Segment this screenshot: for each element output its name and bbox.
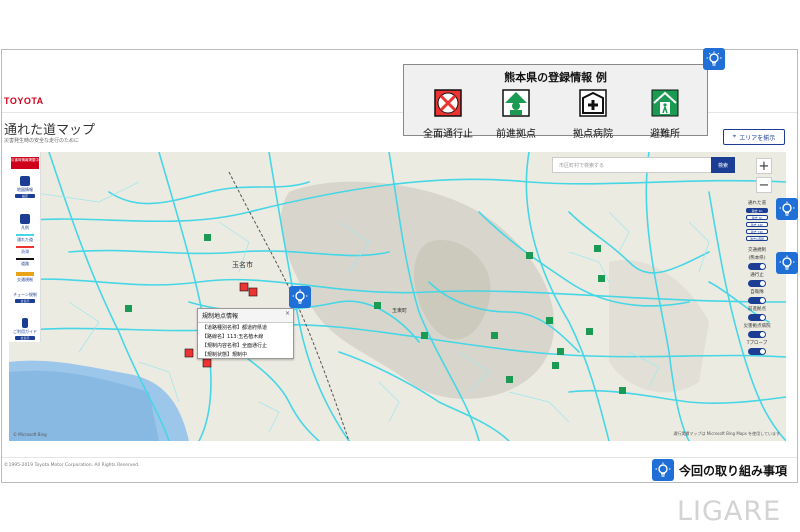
torikumi-legend: 今回の取り組み事項 xyxy=(652,458,787,482)
traffic-line-icon xyxy=(16,246,34,248)
map-credit: © Microsoft Bing xyxy=(13,432,47,437)
road-icon xyxy=(16,258,34,260)
legend-label: 拠点病院 xyxy=(573,129,613,140)
kisei-sub-label: (熊本県) xyxy=(748,256,766,261)
legend-item-forward-base: 前進拠点 xyxy=(484,89,548,140)
zoom-in-button[interactable]: + xyxy=(756,158,772,174)
legend-title: 熊本県の登録情報 例 xyxy=(504,71,607,84)
regulation-popup: 規制地点情報 × 【道路種別名称】都道府県道 【路線名】113:玉名植木線 【規… xyxy=(197,308,294,359)
sidebar-item-sub: 設定 xyxy=(15,194,35,198)
info-icon xyxy=(22,318,28,328)
legend-item-shelter: 避難所 xyxy=(633,89,697,140)
area-display-button[interactable]: ⌖ エリアを揃示 xyxy=(723,129,785,145)
sidebar-item-label: 渋滞 xyxy=(21,249,29,254)
map-city-label: 玉名市 xyxy=(232,260,253,269)
toyota-logo: TOYOTA xyxy=(4,96,44,106)
forward-base-toggle[interactable] xyxy=(748,314,766,321)
popup-title: 規制地点情報 xyxy=(198,309,293,323)
legend-item-hospital: 拠点病院 xyxy=(561,89,625,140)
map-town-label: 玉東町 xyxy=(392,307,407,314)
sidebar-item-road: 道路 xyxy=(9,257,41,267)
sidebar-item-label: 道路 xyxy=(21,261,29,266)
map-canvas: 玉名市 玉東町 xyxy=(9,152,786,441)
sidebar-item-label: チェーン規制 xyxy=(13,292,37,297)
zoom-out-button[interactable]: − xyxy=(756,177,772,193)
lightbulb-icon xyxy=(289,286,311,308)
legend-label: 全面通行止 xyxy=(423,129,473,140)
toggle-label: 災害拠点病院 xyxy=(743,324,771,329)
toggle-label: 自衛隊 xyxy=(750,290,764,295)
page-subtitle: 災害発生時の安全な走行のために xyxy=(4,138,80,144)
sidebar-item-label: 凡例 xyxy=(21,225,29,230)
toggle-label: 前進拠点 xyxy=(748,307,766,312)
map-icon xyxy=(20,176,30,186)
map-view[interactable]: 玉名市 玉東町 © Microsoft Bing 通行実績マップは Micros… xyxy=(9,152,786,441)
sidebar-item-jutai: 渋滞 xyxy=(9,245,41,255)
evacuation-shelter-icon xyxy=(651,89,679,117)
right-panel: 通れた道 過去 1h 過去 3h 過去 24h 過去 72h 過去1週間 交通規… xyxy=(742,198,772,403)
popup-row: 【規制状態】規制中 xyxy=(202,352,248,358)
sidebar-item-tooreta: 通れた道 xyxy=(9,233,41,243)
lightbulb-icon xyxy=(652,459,674,481)
sidebar-item-label: 交通規制 xyxy=(17,277,33,282)
sidebar-item-label: 通れた道 xyxy=(17,237,33,242)
search-input[interactable]: 市区町村で検索する xyxy=(552,157,712,173)
sidebar-item-kisei: 交通規制 xyxy=(9,271,41,283)
toggle-label: 通行止 xyxy=(750,273,764,278)
road-line-icon xyxy=(16,234,34,236)
disaster-info-button[interactable]: 災害時情報掲載中 xyxy=(11,157,39,169)
regulation-icon xyxy=(16,272,34,276)
chip-1week[interactable]: 過去1週間 xyxy=(746,236,768,241)
tooreta-label: 通れた道 xyxy=(748,201,766,206)
closure-toggle[interactable] xyxy=(748,280,766,287)
legend-icon xyxy=(20,214,30,224)
sidebar-item-sub: 全表示 xyxy=(15,299,35,303)
area-button-label: エリアを揃示 xyxy=(739,134,776,142)
ligare-watermark: LIGARE xyxy=(677,496,782,527)
legend-label: 前進拠点 xyxy=(496,129,536,140)
copyright-text: ©1995-2019 Toyota Motor Corporation. All… xyxy=(4,463,140,468)
chip-3h[interactable]: 過去 3h xyxy=(746,215,768,220)
lightbulb-icon xyxy=(776,198,798,220)
legend-label: 避難所 xyxy=(650,129,680,140)
tprobe-toggle[interactable] xyxy=(748,348,766,355)
lightbulb-icon xyxy=(703,48,725,70)
left-panel: 災害時情報掲載中 地図情報 設定 凡例 通れた道 渋滞 道路 交通規制 チェーン… xyxy=(9,152,41,342)
sidebar-item-label: 地図情報 xyxy=(17,187,33,192)
hospital-toggle[interactable] xyxy=(748,331,766,338)
legend-box: 熊本県の登録情報 例 全面通行止 前進拠点 拠点病院 避難所 xyxy=(403,64,708,140)
kisei-toggle[interactable] xyxy=(748,263,766,270)
chip-72h[interactable]: 過去 72h xyxy=(746,229,768,234)
road-closed-icon xyxy=(434,89,462,117)
popup-row: 【規制内容名称】全面通行止 xyxy=(202,343,268,349)
search-button[interactable]: 検索 xyxy=(711,157,735,173)
toggle-label: Tプローブ xyxy=(746,341,768,346)
lightbulb-icon xyxy=(776,252,798,274)
popup-row: 【路線名】113:玉名植木線 xyxy=(202,334,264,340)
kisei-label: 交通規制 xyxy=(748,248,766,253)
sidebar-item-legend[interactable]: 凡例 xyxy=(9,214,41,231)
sidebar-item-map-info[interactable]: 地図情報 設定 xyxy=(9,176,41,199)
sidebar-item-label: ご利用ガイド xyxy=(13,329,37,334)
sidebar-item-guide[interactable]: ご利用ガイド 全表示 xyxy=(9,318,41,341)
pin-icon: ⌖ xyxy=(732,133,737,140)
sidebar-item-sub: 全表示 xyxy=(15,336,35,340)
forward-base-icon xyxy=(502,89,530,117)
chip-24h[interactable]: 過去 24h xyxy=(746,222,768,227)
page-title: 通れた道マップ xyxy=(4,123,96,138)
sidebar-item-chain[interactable]: チェーン規制 全表示 xyxy=(9,292,41,304)
popup-row: 【道路種別名称】都道府県道 xyxy=(202,325,268,331)
torikumi-label: 今回の取り組み事項 xyxy=(679,463,788,478)
hospital-icon xyxy=(579,89,607,117)
legend-item-road-closed: 全面通行止 xyxy=(416,89,480,140)
sdf-toggle[interactable] xyxy=(748,297,766,304)
close-icon[interactable]: × xyxy=(285,310,290,317)
map-attribution: 通行実績マップは Microsoft Bing Maps を使用しています xyxy=(673,431,780,436)
chip-1h[interactable]: 過去 1h xyxy=(746,208,768,213)
